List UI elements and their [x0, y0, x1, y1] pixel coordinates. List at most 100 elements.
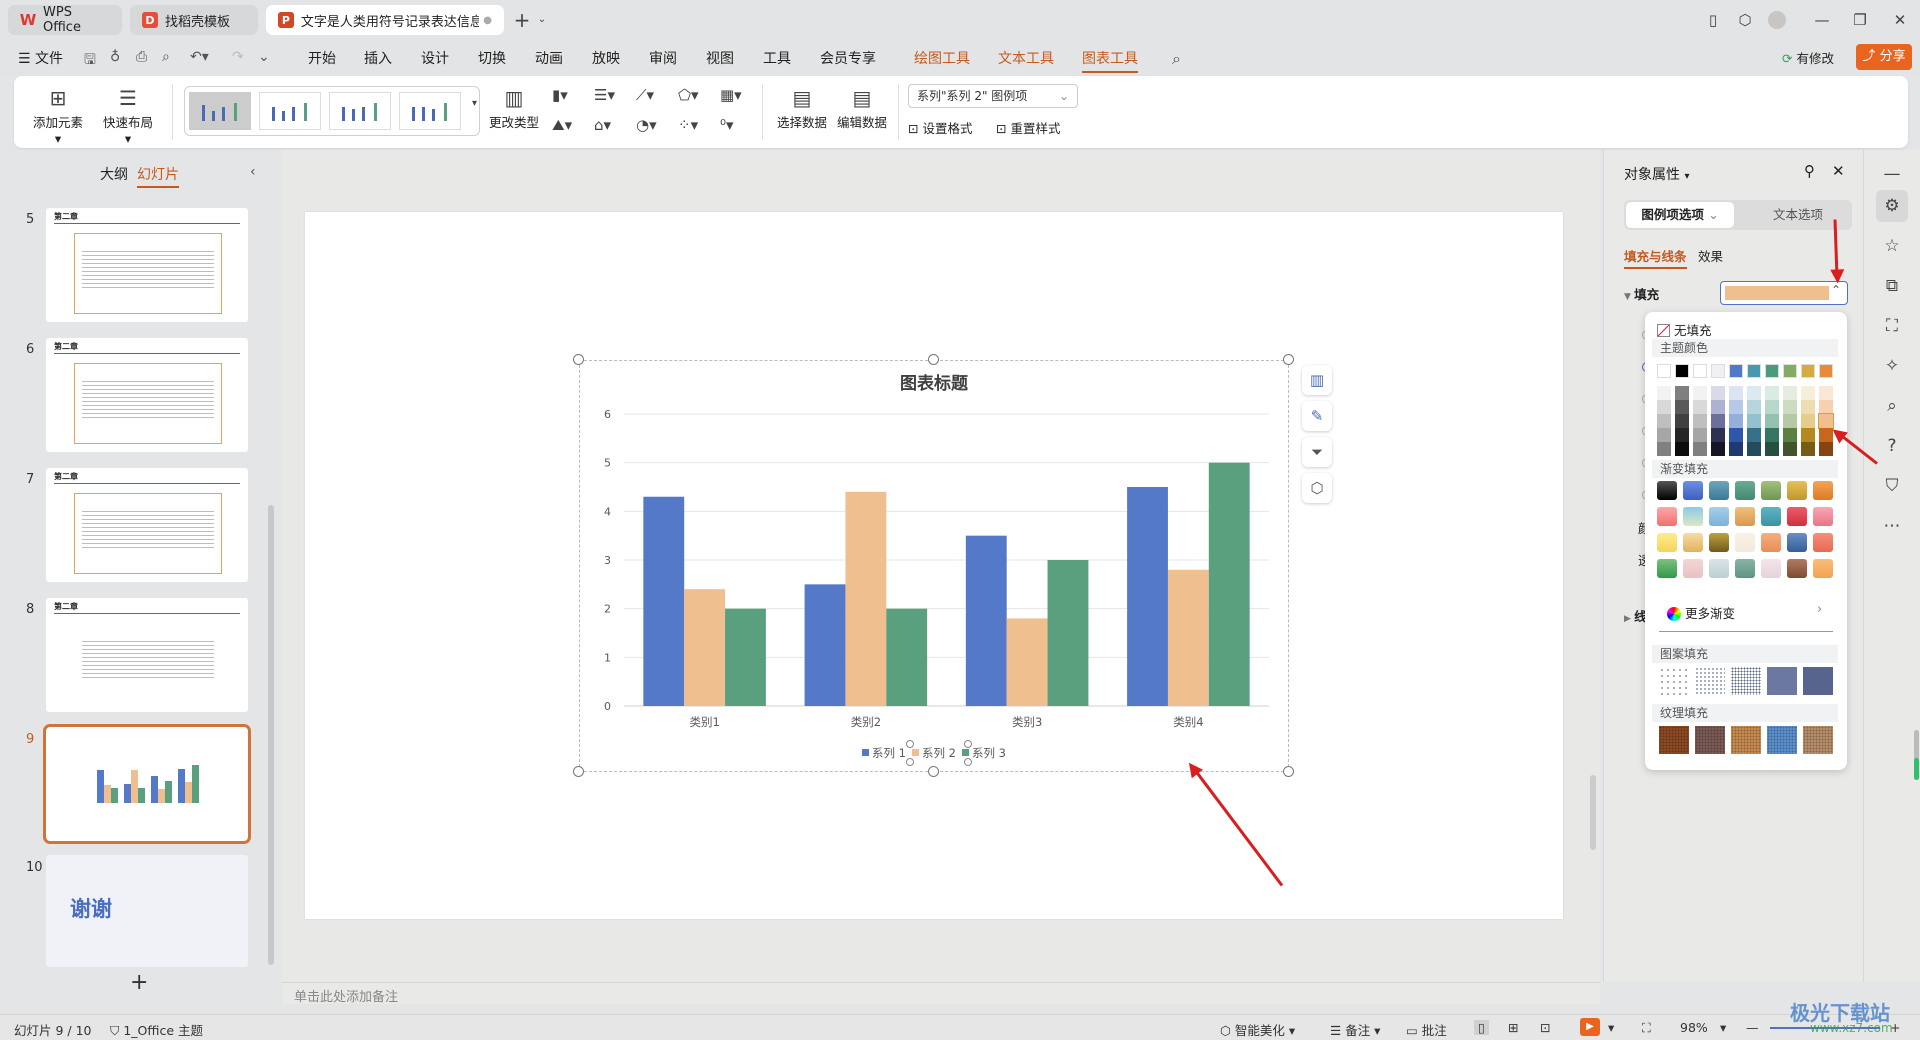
legend-label[interactable]: 系列 1 — [872, 746, 906, 760]
scatter-chart-icon[interactable]: ⁘▾ — [678, 116, 698, 134]
shade-color-swatch[interactable] — [1675, 386, 1689, 400]
line-section-header[interactable]: ▶ 线 — [1624, 606, 1647, 625]
shade-color-swatch[interactable] — [1801, 386, 1815, 400]
shade-color-swatch[interactable] — [1729, 386, 1743, 400]
shade-color-swatch[interactable] — [1693, 414, 1707, 428]
gradient-swatch[interactable] — [1813, 559, 1833, 578]
change-type-button[interactable]: ▥ 更改类型 — [488, 84, 540, 131]
undo-icon[interactable]: ↶▾ — [190, 49, 209, 65]
gradient-swatch[interactable] — [1787, 507, 1807, 526]
menu-member[interactable]: 会员专享 — [820, 48, 876, 68]
menu-text-tools[interactable]: 文本工具 — [998, 48, 1054, 68]
menu-animation[interactable]: 动画 — [535, 48, 563, 68]
help-icon[interactable]: ? — [1876, 430, 1908, 462]
menu-slideshow[interactable]: 放映 — [592, 48, 620, 68]
shade-color-swatch[interactable] — [1765, 442, 1779, 456]
theme-color-swatch[interactable] — [1675, 364, 1689, 378]
theme-color-swatch[interactable] — [1729, 364, 1743, 378]
shade-color-swatch[interactable] — [1819, 442, 1833, 456]
restore-button[interactable]: ❐ — [1850, 10, 1870, 30]
canvas-scrollbar[interactable] — [1590, 775, 1596, 850]
shade-color-swatch[interactable] — [1765, 428, 1779, 442]
tab-outline[interactable]: 大纲 — [100, 164, 128, 184]
gradient-swatch[interactable] — [1683, 481, 1703, 500]
share-doc-icon[interactable]: ♁ — [110, 49, 120, 65]
slide-thumbnail-7[interactable]: 第二章 — [46, 468, 248, 582]
transform-icon[interactable]: ⧉ — [1876, 270, 1908, 302]
chart-filter-button[interactable]: ⏷ — [1302, 437, 1332, 467]
shade-color-swatch[interactable] — [1747, 428, 1761, 442]
gradient-swatch[interactable] — [1735, 533, 1755, 552]
shade-color-swatch[interactable] — [1657, 442, 1671, 456]
gradient-swatch[interactable] — [1709, 559, 1729, 578]
shade-color-swatch[interactable] — [1783, 442, 1797, 456]
shade-color-swatch[interactable] — [1747, 400, 1761, 414]
radar-chart-icon[interactable]: ⬠▾ — [678, 86, 699, 104]
notes-input[interactable]: 单击此处添加备注 — [282, 982, 1600, 1005]
theme-name[interactable]: ⛉ 1_Office 主题 — [110, 1020, 203, 1039]
star-icon[interactable]: ☆ — [1876, 230, 1908, 262]
gradient-swatch[interactable] — [1735, 559, 1755, 578]
gradient-swatch[interactable] — [1761, 559, 1781, 578]
pane-title[interactable]: 对象属性 ▾ — [1624, 164, 1689, 184]
shade-color-swatch[interactable] — [1711, 400, 1725, 414]
gradient-swatch[interactable] — [1761, 533, 1781, 552]
gradient-swatch[interactable] — [1813, 481, 1833, 500]
shade-color-swatch[interactable] — [1675, 414, 1689, 428]
shade-color-swatch[interactable] — [1657, 386, 1671, 400]
bubble-chart-icon[interactable]: ⁰▾ — [720, 116, 734, 134]
bar-系列1-1[interactable] — [643, 496, 685, 706]
legend-label[interactable]: 系列 2 — [922, 746, 956, 760]
chart-settings-button[interactable]: ⬡ — [1302, 473, 1332, 503]
menu-tools[interactable]: 工具 — [763, 48, 791, 68]
properties-icon[interactable]: ⚙ — [1876, 190, 1908, 222]
menu-chart-tools[interactable]: 图表工具 — [1082, 48, 1138, 73]
print-preview-icon[interactable]: ⌕ — [162, 49, 170, 65]
play-slideshow-button[interactable]: ▶ — [1580, 1018, 1600, 1036]
more-gradients-option[interactable]: 更多渐变 — [1667, 603, 1735, 622]
legend-selection-handle[interactable] — [906, 758, 914, 766]
theme-color-swatch[interactable] — [1765, 364, 1779, 378]
bar-系列3-2[interactable] — [886, 608, 928, 706]
cloud-sync-status[interactable]: ⟳ 有修改 — [1782, 48, 1834, 67]
gradient-swatch[interactable] — [1709, 507, 1729, 526]
shade-color-swatch[interactable] — [1711, 428, 1725, 442]
shade-color-swatch[interactable] — [1801, 414, 1815, 428]
legend-selection-handle[interactable] — [964, 758, 972, 766]
menu-start[interactable]: 开始 — [308, 48, 336, 68]
tab-slides[interactable]: 幻灯片 — [137, 164, 179, 188]
texture-swatch[interactable] — [1731, 726, 1761, 754]
new-tab-button[interactable]: + — [512, 10, 532, 30]
shade-color-swatch[interactable] — [1765, 414, 1779, 428]
tab-legend-options[interactable]: 图例项选项 ⌄ — [1626, 202, 1734, 228]
slide-thumbnail-10[interactable]: 谢谢 — [46, 855, 248, 967]
shade-color-swatch[interactable] — [1729, 400, 1743, 414]
gradient-swatch[interactable] — [1657, 481, 1677, 500]
select-data-button[interactable]: ▤ 选择数据 — [776, 84, 828, 131]
shade-color-swatch[interactable] — [1765, 386, 1779, 400]
bar-系列2-4[interactable] — [1167, 569, 1209, 706]
selected-color-swatch[interactable] — [1818, 413, 1834, 429]
shade-color-swatch[interactable] — [1657, 428, 1671, 442]
tab-list-chevron-icon[interactable]: ⌄ — [532, 10, 552, 30]
shade-color-swatch[interactable] — [1657, 400, 1671, 414]
pin-icon[interactable]: ⚲ — [1804, 162, 1815, 180]
pattern-swatch[interactable] — [1803, 667, 1833, 695]
shirt-icon[interactable]: ⛉ — [1876, 470, 1908, 502]
slide-thumbnail-9[interactable] — [43, 724, 251, 844]
shade-color-swatch[interactable] — [1729, 414, 1743, 428]
zoom-level[interactable]: 98% — [1680, 1020, 1708, 1035]
slide-panel-scrollbar[interactable] — [268, 505, 274, 965]
legend-swatch[interactable] — [862, 749, 869, 756]
bar-系列2-3[interactable] — [1006, 618, 1048, 706]
book-search-icon[interactable]: ⌕ — [1876, 390, 1908, 422]
close-pane-icon[interactable]: ✕ — [1832, 162, 1845, 180]
theme-color-swatch[interactable] — [1819, 364, 1833, 378]
reading-view-icon[interactable]: ⊡ — [1540, 1020, 1550, 1035]
texture-swatch[interactable] — [1767, 726, 1797, 754]
shade-color-swatch[interactable] — [1747, 414, 1761, 428]
legend-selection-handle[interactable] — [964, 740, 972, 748]
bar-系列2-1[interactable] — [684, 589, 726, 706]
bar-系列1-3[interactable] — [965, 535, 1007, 706]
menu-review[interactable]: 审阅 — [649, 48, 677, 68]
